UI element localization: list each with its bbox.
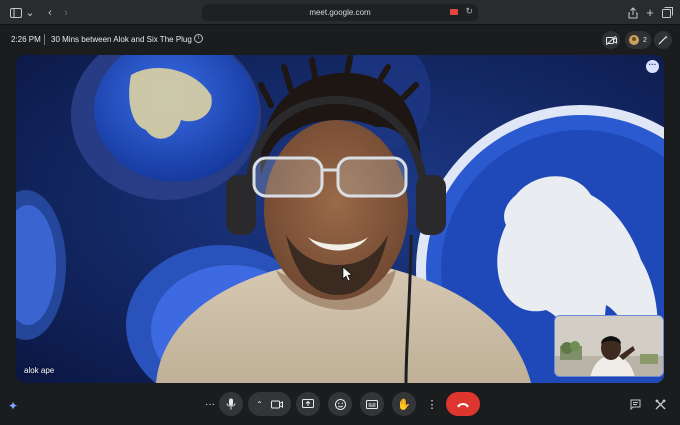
activities-button[interactable]: [652, 396, 668, 412]
microphone-icon: [226, 398, 236, 410]
chevron-down-icon[interactable]: ⌄: [22, 5, 38, 20]
chat-icon: [630, 399, 640, 410]
end-call-button[interactable]: [446, 392, 480, 416]
captions-icon: [366, 399, 378, 409]
browser-toolbar: ⌄ ‹ › meet.google.com ↻ +: [0, 0, 680, 25]
tile-more-options-icon[interactable]: ···: [646, 60, 659, 73]
new-tab-icon[interactable]: +: [642, 5, 658, 20]
chat-button[interactable]: [627, 396, 643, 412]
forward-icon[interactable]: ›: [58, 5, 74, 20]
raise-hand-icon: ✋: [397, 398, 411, 411]
captions-button[interactable]: [360, 392, 384, 416]
raise-hand-button[interactable]: ✋: [392, 392, 416, 416]
chevron-up-icon[interactable]: ⌃: [256, 400, 263, 409]
self-view-video-feed: [555, 316, 663, 376]
share-icon[interactable]: [625, 5, 641, 20]
divider: [44, 34, 45, 45]
main-video-tile: alok ape ···: [16, 55, 664, 383]
address-bar[interactable]: meet.google.com ↻: [202, 4, 478, 21]
microphone-button[interactable]: [219, 392, 243, 416]
present-screen-button[interactable]: [296, 392, 320, 416]
call-controls-bar: ✦ ··· ⌃ ✋ ⋮: [0, 388, 680, 425]
camera-recording-icon: [450, 9, 458, 15]
self-view-tile[interactable]: [554, 315, 664, 377]
info-icon[interactable]: i: [194, 34, 203, 43]
meeting-title: 30 Mins between Alok and Six The Plug: [51, 35, 192, 44]
more-vert-button[interactable]: ⋮: [420, 392, 444, 416]
tabs-overview-icon[interactable]: [659, 5, 675, 20]
emoji-icon: [334, 398, 346, 410]
self-view-off-button[interactable]: [602, 31, 620, 49]
more-options-icon: ···: [205, 398, 215, 410]
more-vert-icon: ⋮: [426, 398, 438, 411]
magic-wand-icon: [658, 35, 668, 45]
meeting-header: 2:26 PM 30 Mins between Alok and Six The…: [0, 25, 680, 55]
gemini-sparkle-icon[interactable]: ✦: [8, 399, 18, 413]
reactions-button[interactable]: [328, 392, 352, 416]
speaker-name-label: alok ape: [24, 366, 55, 375]
activities-tools-icon: [655, 399, 665, 409]
effects-button[interactable]: [654, 31, 672, 49]
participants-avatar-icon: [629, 35, 640, 45]
participant-count: 2: [643, 36, 647, 44]
camera-off-icon: [605, 35, 617, 45]
reload-icon[interactable]: ↻: [465, 6, 473, 17]
meeting-time: 2:26 PM: [11, 35, 41, 44]
camera-icon: [270, 400, 283, 408]
end-call-icon: [457, 402, 469, 407]
back-icon[interactable]: ‹: [42, 5, 58, 20]
url-text: meet.google.com: [309, 8, 371, 17]
present-screen-icon: [302, 399, 314, 408]
participants-button[interactable]: 2: [625, 31, 651, 49]
camera-button[interactable]: ⌃: [248, 392, 291, 416]
